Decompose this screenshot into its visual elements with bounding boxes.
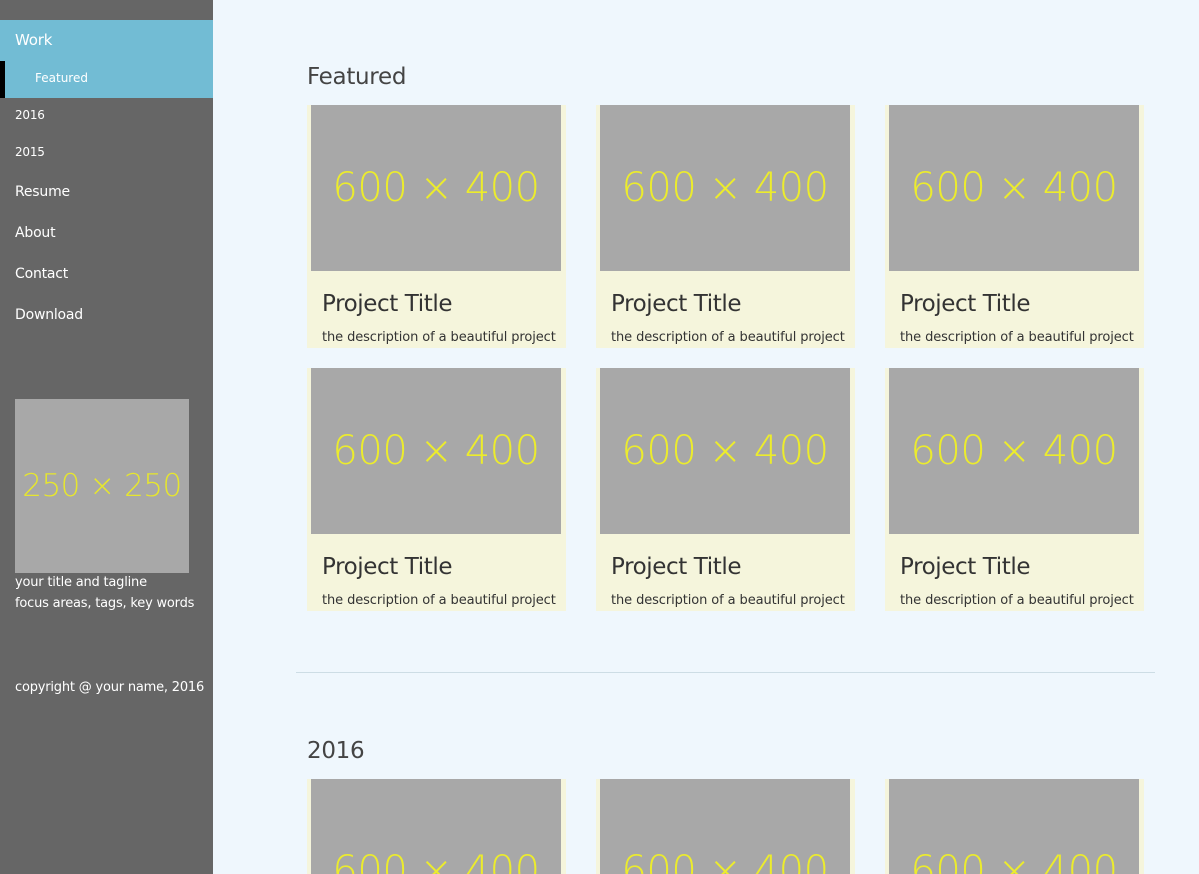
thumbnail-label: 600 × 400 xyxy=(910,428,1118,474)
tagline-title: your title and tagline xyxy=(15,575,147,590)
thumbnail-label: 600 × 400 xyxy=(621,165,829,211)
thumbnail-label: 600 × 400 xyxy=(910,848,1118,874)
project-description: the description of a beautiful project xyxy=(611,330,845,345)
section-heading-2016: 2016 xyxy=(307,738,365,764)
nav-item-contact[interactable]: Contact xyxy=(15,266,68,282)
avatar-placeholder-label: 250 × 250 xyxy=(22,468,182,504)
project-card[interactable]: 600 × 400 xyxy=(307,779,566,874)
nav-item-2016[interactable]: 2016 xyxy=(15,108,45,122)
nav-item-featured-label: Featured xyxy=(35,71,88,85)
project-title: Project Title xyxy=(900,291,1031,317)
project-description: the description of a beautiful project xyxy=(322,330,556,345)
avatar-placeholder: 250 × 250 xyxy=(15,399,189,573)
project-thumbnail: 600 × 400 xyxy=(600,779,850,874)
project-title: Project Title xyxy=(322,291,453,317)
project-card[interactable]: 600 × 400 xyxy=(596,779,855,874)
project-card[interactable]: 600 × 400 Project Title the description … xyxy=(885,105,1144,348)
nav-item-download[interactable]: Download xyxy=(15,307,83,323)
project-title: Project Title xyxy=(611,554,742,580)
thumbnail-label: 600 × 400 xyxy=(332,428,540,474)
nav-item-featured[interactable]: Featured xyxy=(0,61,213,98)
project-thumbnail: 600 × 400 xyxy=(311,779,561,874)
project-title: Project Title xyxy=(611,291,742,317)
project-thumbnail: 600 × 400 xyxy=(889,105,1139,271)
thumbnail-label: 600 × 400 xyxy=(332,165,540,211)
copyright-text: copyright @ your name, 2016 xyxy=(15,680,205,695)
tagline-keywords: focus areas, tags, key words xyxy=(15,596,195,611)
project-card[interactable]: 600 × 400 Project Title the description … xyxy=(307,368,566,611)
project-description: the description of a beautiful project xyxy=(900,593,1134,608)
sidebar: Work Featured 2016 2015 Resume About Con… xyxy=(0,0,213,874)
project-card[interactable]: 600 × 400 Project Title the description … xyxy=(307,105,566,348)
project-thumbnail: 600 × 400 xyxy=(889,368,1139,534)
project-card[interactable]: 600 × 400 xyxy=(885,779,1144,874)
project-card[interactable]: 600 × 400 Project Title the description … xyxy=(596,368,855,611)
project-thumbnail: 600 × 400 xyxy=(889,779,1139,874)
nav-item-work[interactable]: Work xyxy=(15,31,52,49)
thumbnail-label: 600 × 400 xyxy=(332,848,540,874)
project-description: the description of a beautiful project xyxy=(611,593,845,608)
main-content: Featured 600 × 400 Project Title the des… xyxy=(213,0,1199,874)
nav-item-about[interactable]: About xyxy=(15,225,56,241)
project-description: the description of a beautiful project xyxy=(900,330,1134,345)
project-thumbnail: 600 × 400 xyxy=(600,368,850,534)
section-divider xyxy=(296,672,1155,673)
nav-item-resume[interactable]: Resume xyxy=(15,184,70,200)
nav-item-2015[interactable]: 2015 xyxy=(15,145,45,159)
project-card[interactable]: 600 × 400 Project Title the description … xyxy=(885,368,1144,611)
section-heading-featured: Featured xyxy=(307,64,407,90)
nav-group-work: Work Featured xyxy=(0,20,213,98)
thumbnail-label: 600 × 400 xyxy=(621,428,829,474)
project-title: Project Title xyxy=(322,554,453,580)
thumbnail-label: 600 × 400 xyxy=(621,848,829,874)
project-thumbnail: 600 × 400 xyxy=(311,105,561,271)
thumbnail-label: 600 × 400 xyxy=(910,165,1118,211)
project-card[interactable]: 600 × 400 Project Title the description … xyxy=(596,105,855,348)
project-title: Project Title xyxy=(900,554,1031,580)
project-thumbnail: 600 × 400 xyxy=(600,105,850,271)
project-description: the description of a beautiful project xyxy=(322,593,556,608)
project-thumbnail: 600 × 400 xyxy=(311,368,561,534)
